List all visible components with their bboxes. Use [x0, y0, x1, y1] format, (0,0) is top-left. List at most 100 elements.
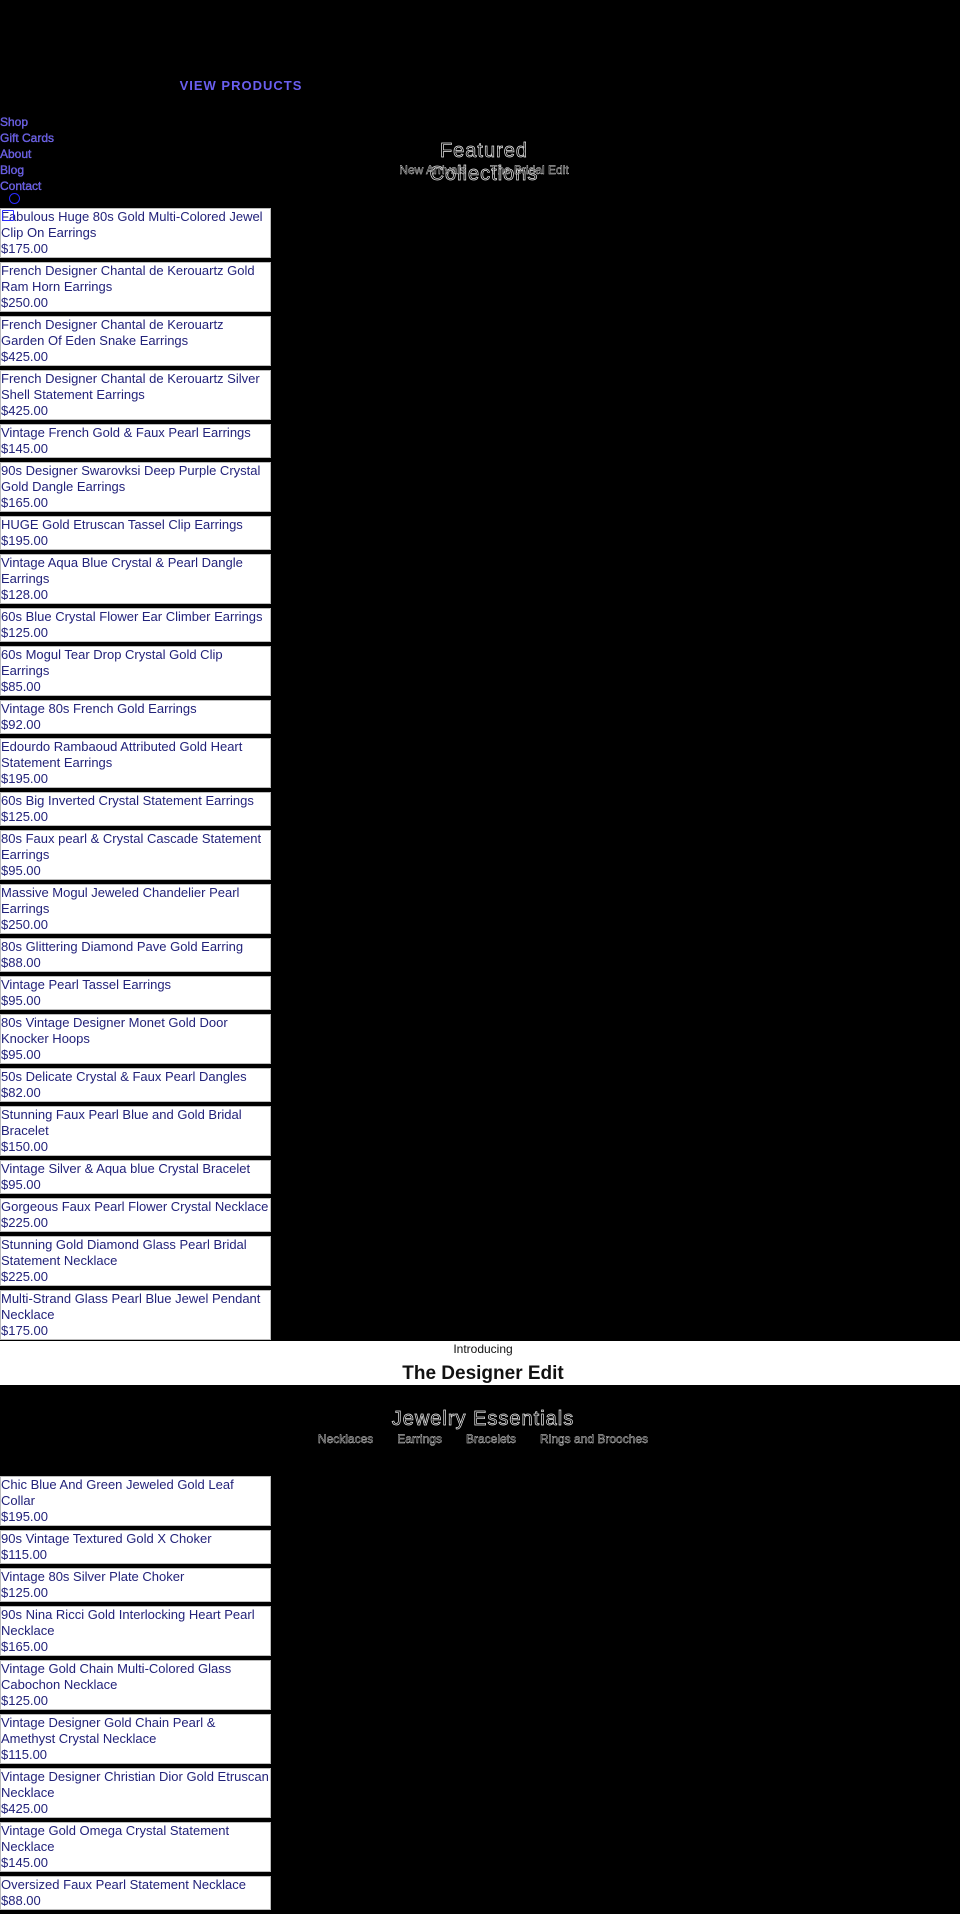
product-card[interactable]: 80s Glittering Diamond Pave Gold Earring…: [0, 938, 271, 972]
nav-item-about: About: [0, 146, 54, 162]
product-card[interactable]: Chic Blue And Green Jeweled Gold Leaf Co…: [0, 1476, 271, 1526]
product-price: $165.00: [1, 495, 48, 510]
product-name[interactable]: Vintage Aqua Blue Crystal & Pearl Dangle…: [1, 555, 270, 587]
product-name[interactable]: Chic Blue And Green Jeweled Gold Leaf Co…: [1, 1477, 270, 1509]
product-name[interactable]: Vintage 80s French Gold Earrings: [1, 701, 270, 717]
product-name[interactable]: 60s Big Inverted Crystal Statement Earri…: [1, 793, 270, 809]
product-price: $145.00: [1, 441, 48, 456]
product-card[interactable]: Vintage Aqua Blue Crystal & Pearl Dangle…: [0, 554, 271, 604]
product-card[interactable]: 50s Delicate Crystal & Faux Pearl Dangle…: [0, 1068, 271, 1102]
designer-edit-title[interactable]: The Designer Edit: [0, 1363, 960, 1385]
cart-icon[interactable]: [2, 210, 14, 221]
product-name[interactable]: Vintage Designer Christian Dior Gold Etr…: [1, 1769, 270, 1801]
product-card[interactable]: Vintage Designer Gold Chain Pearl & Amet…: [0, 1714, 271, 1764]
product-name[interactable]: French Designer Chantal de Kerouartz Gar…: [1, 317, 270, 349]
product-name[interactable]: HUGE Gold Etruscan Tassel Clip Earrings: [1, 517, 270, 533]
product-name[interactable]: Fabulous Huge 80s Gold Multi-Colored Jew…: [1, 209, 270, 241]
product-card[interactable]: Vintage 80s Silver Plate Choker $125.00: [0, 1568, 271, 1602]
product-name[interactable]: 50s Delicate Crystal & Faux Pearl Dangle…: [1, 1069, 270, 1085]
product-price: $225.00: [1, 1215, 48, 1230]
featured-collections-links: New Arrivals The Bridal Edit: [384, 163, 584, 177]
link-necklaces[interactable]: Necklaces: [318, 1432, 374, 1446]
product-name[interactable]: 90s Designer Swarovksi Deep Purple Cryst…: [1, 463, 270, 495]
main-nav: Shop Gift Cards About Blog Contact: [0, 114, 54, 194]
link-new-arrivals[interactable]: New Arrivals: [399, 163, 466, 177]
product-name[interactable]: Stunning Faux Pearl Blue and Gold Bridal…: [1, 1107, 270, 1139]
product-name[interactable]: French Designer Chantal de Kerouartz Sil…: [1, 371, 270, 403]
product-card[interactable]: Stunning Gold Diamond Glass Pearl Bridal…: [0, 1236, 271, 1286]
product-card[interactable]: French Designer Chantal de Kerouartz Gol…: [0, 262, 271, 312]
jewelry-essentials-heading: Jewelry Essentials: [391, 1408, 575, 1431]
product-name[interactable]: Massive Mogul Jeweled Chandelier Pearl E…: [1, 885, 270, 917]
product-name[interactable]: French Designer Chantal de Kerouartz Gol…: [1, 263, 270, 295]
product-name[interactable]: Oversized Faux Pearl Statement Necklace: [1, 1877, 270, 1893]
view-products-link[interactable]: VIEW PRODUCTS: [0, 78, 482, 93]
product-name[interactable]: 90s Nina Ricci Gold Interlocking Heart P…: [1, 1607, 270, 1639]
product-name[interactable]: 80s Vintage Designer Monet Gold Door Kno…: [1, 1015, 270, 1047]
product-card[interactable]: Fabulous Huge 80s Gold Multi-Colored Jew…: [0, 208, 271, 258]
nav-link-about[interactable]: About: [0, 147, 32, 161]
product-name[interactable]: Vintage Pearl Tassel Earrings: [1, 977, 270, 993]
nav-link-contact[interactable]: Contact: [0, 179, 42, 193]
product-price: $95.00: [1, 993, 41, 1008]
product-card[interactable]: 80s Vintage Designer Monet Gold Door Kno…: [0, 1014, 271, 1064]
search-icon[interactable]: [9, 193, 20, 204]
nav-link-blog[interactable]: Blog: [0, 163, 24, 177]
product-price: $125.00: [1, 809, 48, 824]
nav-link-gift-cards[interactable]: Gift Cards: [0, 131, 54, 145]
product-card[interactable]: 90s Vintage Textured Gold X Choker $115.0…: [0, 1530, 271, 1564]
product-card[interactable]: Vintage Gold Chain Multi-Colored Glass C…: [0, 1660, 271, 1710]
product-card[interactable]: Stunning Faux Pearl Blue and Gold Bridal…: [0, 1106, 271, 1156]
product-card[interactable]: Vintage Gold Omega Crystal Statement Nec…: [0, 1822, 271, 1872]
product-card[interactable]: 90s Designer Swarovksi Deep Purple Cryst…: [0, 462, 271, 512]
link-bracelets[interactable]: Bracelets: [466, 1432, 516, 1446]
product-card[interactable]: French Designer Chantal de Kerouartz Gar…: [0, 316, 271, 366]
product-name[interactable]: Vintage Designer Gold Chain Pearl & Amet…: [1, 1715, 270, 1747]
product-name[interactable]: Vintage Silver & Aqua blue Crystal Brace…: [1, 1161, 270, 1177]
product-name[interactable]: 90s Vintage Textured Gold X Choker: [1, 1531, 270, 1547]
product-list-featured: Fabulous Huge 80s Gold Multi-Colored Jew…: [0, 208, 271, 1344]
product-card[interactable]: Massive Mogul Jeweled Chandelier Pearl E…: [0, 884, 271, 934]
product-card[interactable]: 90s Nina Ricci Gold Interlocking Heart P…: [0, 1606, 271, 1656]
product-card[interactable]: French Designer Chantal de Kerouartz Sil…: [0, 370, 271, 420]
product-name[interactable]: Edourdo Rambaoud Attributed Gold Heart S…: [1, 739, 270, 771]
product-price: $425.00: [1, 349, 48, 364]
product-name[interactable]: 60s Mogul Tear Drop Crystal Gold Clip Ea…: [1, 647, 270, 679]
product-name[interactable]: Gorgeous Faux Pearl Flower Crystal Neckl…: [1, 1199, 270, 1215]
product-name[interactable]: Vintage 80s Silver Plate Choker: [1, 1569, 270, 1585]
product-card[interactable]: HUGE Gold Etruscan Tassel Clip Earrings $…: [0, 516, 271, 550]
product-price: $175.00: [1, 1323, 48, 1338]
product-card[interactable]: Edourdo Rambaoud Attributed Gold Heart S…: [0, 738, 271, 788]
product-price: $145.00: [1, 1855, 48, 1870]
product-card[interactable]: Multi-Strand Glass Pearl Blue Jewel Pend…: [0, 1290, 271, 1340]
product-price: $88.00: [1, 955, 41, 970]
product-card[interactable]: 60s Blue Crystal Flower Ear Climber Earr…: [0, 608, 271, 642]
product-name[interactable]: 80s Glittering Diamond Pave Gold Earring: [1, 939, 270, 955]
product-price: $128.00: [1, 587, 48, 602]
product-name[interactable]: Stunning Gold Diamond Glass Pearl Bridal…: [1, 1237, 270, 1269]
product-price: $125.00: [1, 1585, 48, 1600]
link-bridal-edit[interactable]: The Bridal Edit: [490, 163, 569, 177]
product-name[interactable]: Vintage Gold Chain Multi-Colored Glass C…: [1, 1661, 270, 1693]
product-card[interactable]: Vintage Pearl Tassel Earrings $95.00: [0, 976, 271, 1010]
product-card[interactable]: Gorgeous Faux Pearl Flower Crystal Neckl…: [0, 1198, 271, 1232]
link-earrings[interactable]: Earrings: [397, 1432, 442, 1446]
link-rings-brooches[interactable]: Rings and Brooches: [540, 1432, 648, 1446]
product-card[interactable]: 60s Mogul Tear Drop Crystal Gold Clip Ea…: [0, 646, 271, 696]
product-name[interactable]: 60s Blue Crystal Flower Ear Climber Earr…: [1, 609, 270, 625]
product-card[interactable]: Vintage French Gold & Faux Pearl Earring…: [0, 424, 271, 458]
product-name[interactable]: Multi-Strand Glass Pearl Blue Jewel Pend…: [1, 1291, 270, 1323]
product-name[interactable]: Vintage French Gold & Faux Pearl Earring…: [1, 425, 270, 441]
product-card[interactable]: Vintage Silver & Aqua blue Crystal Brace…: [0, 1160, 271, 1194]
product-name[interactable]: 80s Faux pearl & Crystal Cascade Stateme…: [1, 831, 270, 863]
product-price: $175.00: [1, 241, 48, 256]
product-card[interactable]: 60s Big Inverted Crystal Statement Earri…: [0, 792, 271, 826]
product-card[interactable]: Vintage Designer Christian Dior Gold Etr…: [0, 1768, 271, 1818]
product-name[interactable]: Vintage Gold Omega Crystal Statement Nec…: [1, 1823, 270, 1855]
nav-link-shop[interactable]: Shop: [0, 115, 28, 129]
product-price: $250.00: [1, 295, 48, 310]
product-card[interactable]: Vintage 80s French Gold Earrings $92.00: [0, 700, 271, 734]
product-card[interactable]: 80s Faux pearl & Crystal Cascade Stateme…: [0, 830, 271, 880]
product-card[interactable]: Oversized Faux Pearl Statement Necklace $…: [0, 1876, 271, 1910]
product-price: $95.00: [1, 863, 41, 878]
